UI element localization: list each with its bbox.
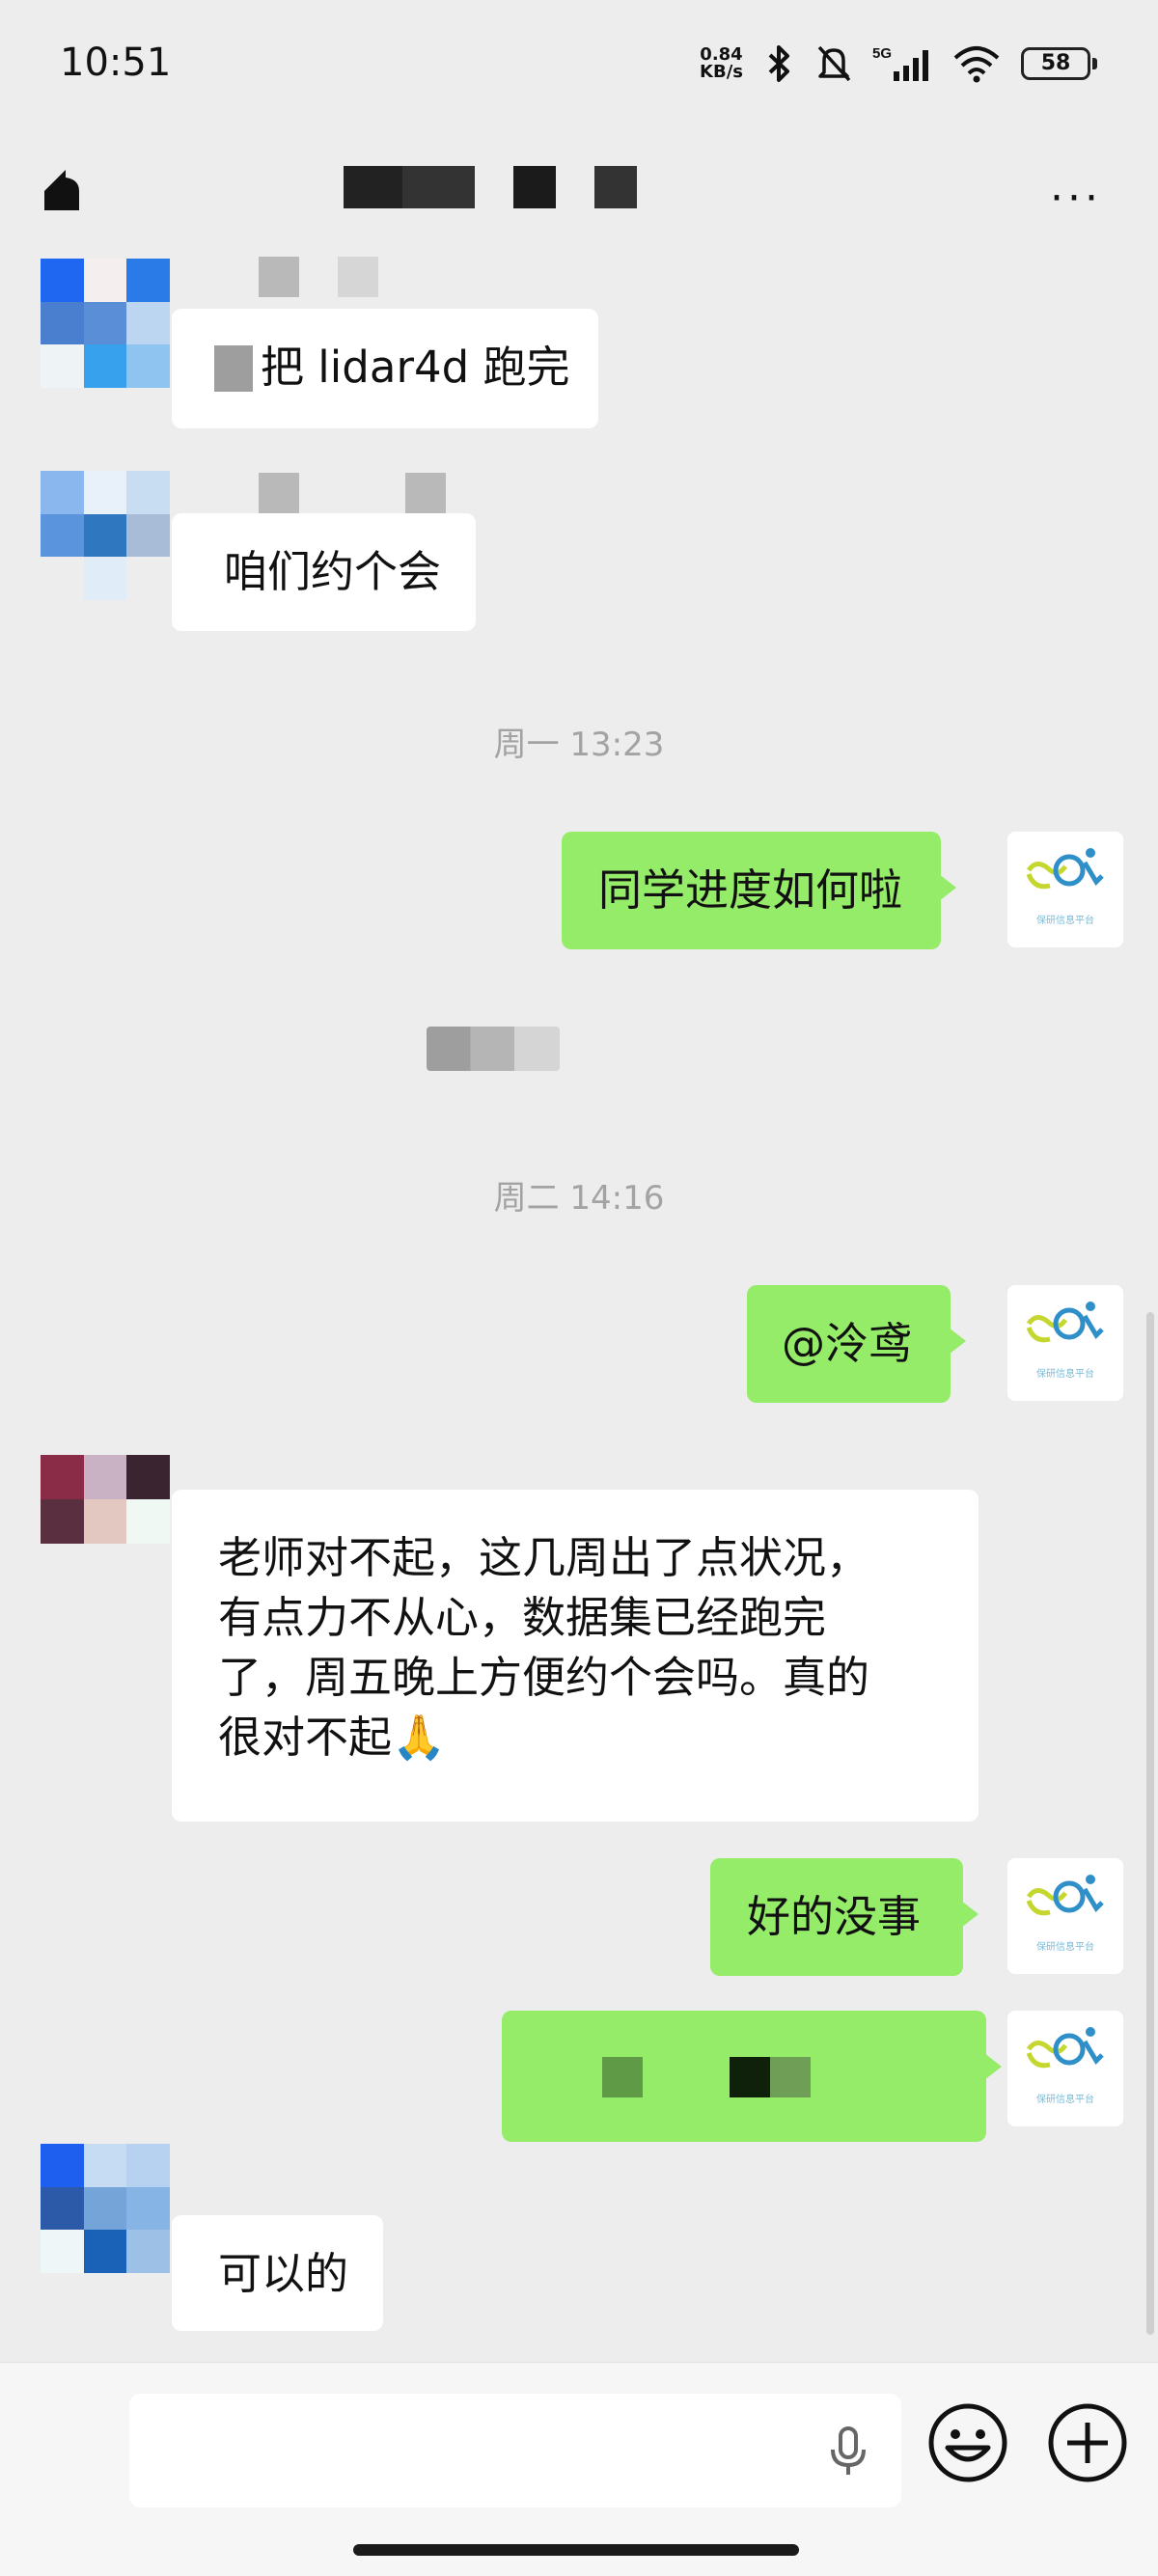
- message-text: @泠鸢: [782, 1318, 913, 1369]
- message-bubble[interactable]: 老师对不起，这几周出了点状况， 有点力不从心，数据集已经跑完 了，周五晚上方便约…: [172, 1490, 979, 1822]
- message-bubble[interactable]: 咱们约个会: [172, 513, 477, 631]
- message-bubble-self[interactable]: [502, 2011, 1002, 2142]
- message-line: 很对不起🙏: [218, 1712, 447, 1763]
- message-text: 可以的: [218, 2248, 349, 2299]
- platform-logo-icon: [1026, 1875, 1104, 1916]
- platform-logo-icon: [1026, 2027, 1104, 2069]
- message-line: 了，周五晚上方便约个会吗。真的: [218, 1652, 870, 1703]
- sender-name-redacted: [259, 473, 446, 513]
- message-input[interactable]: [129, 2394, 901, 2507]
- add-button[interactable]: [1046, 2401, 1129, 2484]
- avatar[interactable]: [41, 1455, 170, 1544]
- microphone-icon[interactable]: [824, 2425, 872, 2479]
- emoji-button[interactable]: [926, 2401, 1009, 2484]
- redacted-block: [730, 2057, 770, 2097]
- redacted-block: [602, 2057, 643, 2097]
- message-bubble[interactable]: 可以的: [172, 2215, 384, 2331]
- message-text: 同学进度如何啦: [598, 864, 903, 916]
- message-text: 好的没事: [747, 1891, 922, 1942]
- message-text: 把 lidar4d 跑完: [261, 342, 570, 393]
- self-avatar[interactable]: 保研信息平台: [1007, 1285, 1123, 1401]
- platform-logo-icon: [1026, 848, 1104, 890]
- message-bubble-self[interactable]: @泠鸢: [747, 1285, 967, 1403]
- self-avatar[interactable]: 保研信息平台: [1007, 832, 1123, 947]
- redacted-block: [214, 345, 253, 392]
- message-bubble[interactable]: 把 lidar4d 跑完: [172, 309, 599, 428]
- message-list[interactable]: 把 lidar4d 跑完 咱们约个会 周一 13:23 同学进度如何啦 保研信息…: [0, 0, 1158, 2364]
- avatar[interactable]: [41, 471, 170, 600]
- message-line: 有点力不从心，数据集已经跑完: [218, 1592, 827, 1643]
- self-avatar-caption: 保研信息平台: [1036, 1942, 1094, 1953]
- system-message-redacted: [427, 1027, 560, 1071]
- message-line: 老师对不起，这几周出了点状况，: [218, 1532, 870, 1583]
- self-avatar-caption: 保研信息平台: [1036, 916, 1094, 926]
- platform-logo-icon: [1026, 1302, 1104, 1343]
- self-avatar-caption: 保研信息平台: [1036, 2095, 1094, 2105]
- message-bubble-self[interactable]: 同学进度如何啦: [562, 832, 957, 949]
- input-bar: [0, 2362, 1158, 2576]
- redacted-block: [770, 2057, 811, 2097]
- home-indicator[interactable]: [353, 2544, 799, 2556]
- avatar[interactable]: [41, 2144, 170, 2273]
- timestamp: 周二 14:16: [493, 1179, 665, 1218]
- self-avatar[interactable]: 保研信息平台: [1007, 1858, 1123, 1974]
- self-avatar[interactable]: 保研信息平台: [1007, 2011, 1123, 2126]
- scrollbar[interactable]: [1146, 1312, 1154, 2335]
- plus-circle-icon: [1048, 2403, 1127, 2482]
- message-text: 咱们约个会: [224, 546, 442, 597]
- self-avatar-caption: 保研信息平台: [1036, 1369, 1094, 1380]
- message-bubble-self[interactable]: 好的没事: [710, 1858, 979, 1976]
- timestamp: 周一 13:23: [493, 726, 665, 764]
- avatar[interactable]: [41, 259, 170, 388]
- smiley-icon: [928, 2403, 1007, 2482]
- sender-name-redacted: [259, 257, 378, 297]
